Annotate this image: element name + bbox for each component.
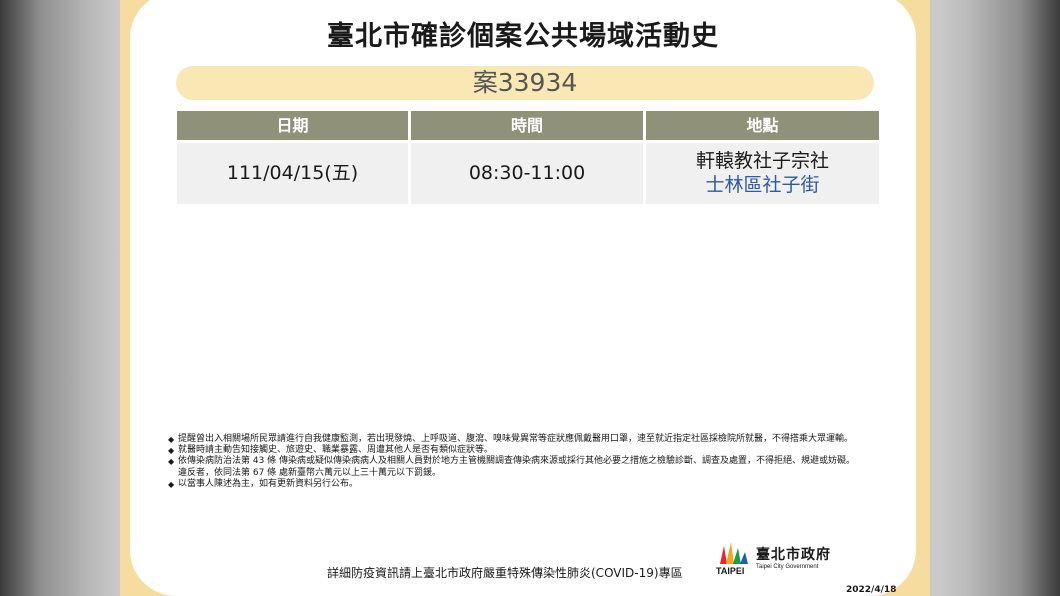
logo-mark-blue [740, 552, 748, 564]
logo-subtitle: Taipei City Government [756, 564, 819, 570]
notice-item: 提醒曾出入相關場所民眾請進行自我健康監測，若出現發燒、上呼吸道、腹瀉、嗅味覺異常… [168, 434, 888, 445]
location-name: 軒轅教社子宗社 [695, 150, 829, 172]
logo-mark-red [720, 546, 727, 564]
footer-info: 詳細防疫資訊請上臺北市政府嚴重特殊傳染性肺炎(COVID-19)專區 [327, 566, 683, 580]
notice-item-continued: 違反者，依同法第 67 條 處新臺幣六萬元以上三十萬元以下罰鍰。 [178, 467, 442, 478]
taipei-logo: TAIPEI 臺北市政府 Taipei City Government [716, 540, 836, 578]
notice-item: 就醫時請主動告知接觸史、旅遊史、職業暴露、周遭其他人是否有類似症狀等。 [168, 445, 888, 456]
header-date: 日期 [177, 111, 408, 140]
logo-mark-orange [726, 542, 734, 564]
logo-mark-green [733, 548, 741, 564]
case-number-banner: 案33934 [176, 66, 874, 100]
header-location: 地點 [646, 111, 879, 140]
header-time: 時間 [411, 111, 643, 140]
publish-date: 2022/4/18 [846, 585, 897, 595]
cell-date: 111/04/15(五) [177, 143, 408, 204]
logo-text-cn: 臺北市政府 [756, 547, 831, 563]
notice-item: 以當事人陳述為主，如有更新資料另行公布。 [168, 479, 888, 490]
page-title: 臺北市確診個案公共場域活動史 [327, 21, 719, 52]
location-address: 士林區社子街 [705, 174, 820, 196]
notice-item: 依傳染病防治法第 43 條 傳染病或疑似傳染病病人及相關人員對於地方主管機關調查… [168, 456, 888, 467]
logo-text-en: TAIPEI [716, 566, 745, 576]
taipei-city-icon [720, 542, 748, 564]
notice-list: 提醒曾出入相關場所民眾請進行自我健康監測，若出現發燒、上呼吸道、腹瀉、嗅味覺異常… [168, 434, 888, 490]
cell-location: 軒轅教社子宗社 士林區社子街 [646, 143, 879, 204]
cell-time: 08:30-11:00 [411, 143, 643, 204]
